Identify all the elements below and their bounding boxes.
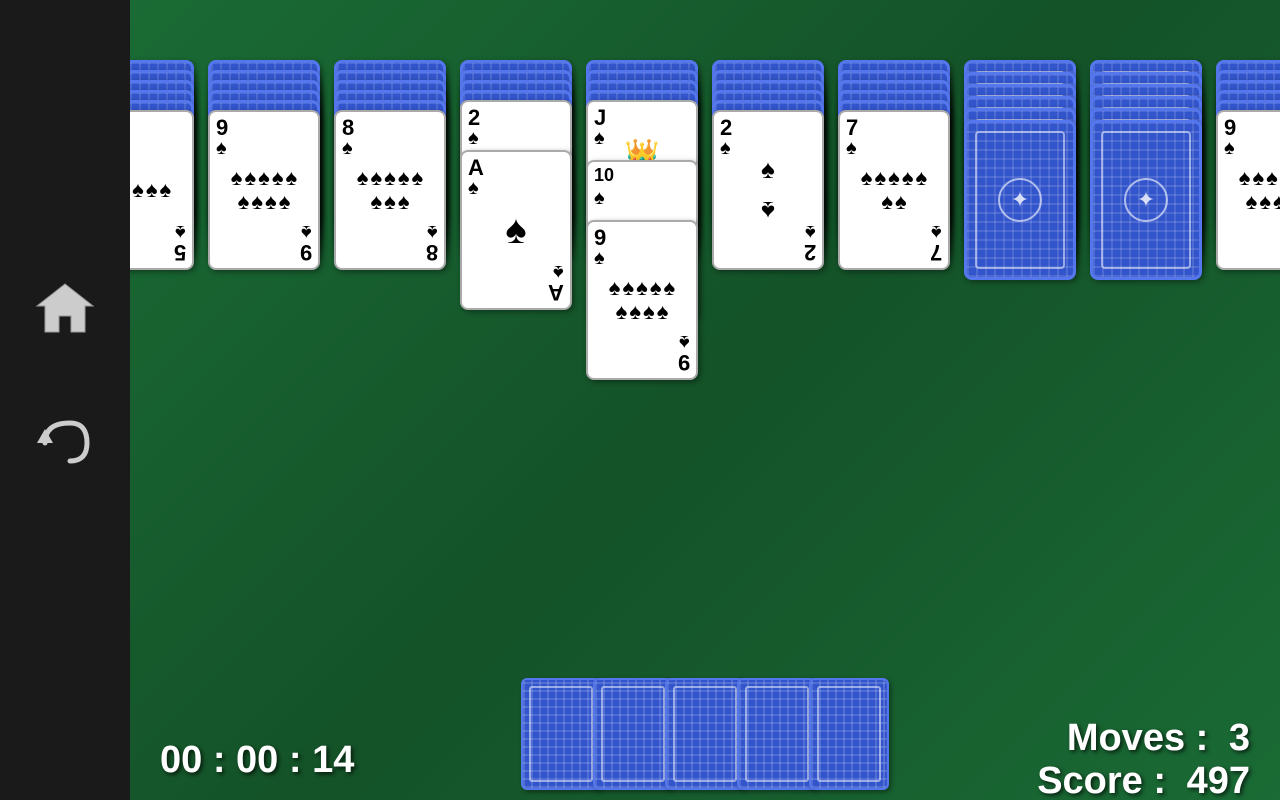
timer: 00 : 00 : 14 (160, 739, 354, 782)
card-5-spades[interactable]: 5 ♠ ♠ ♠ ♠ ♠ ♠ 5 ♠ (130, 110, 194, 270)
score-moves: Moves : 3 Score : 497 (1037, 717, 1250, 800)
card-back: ✦ (964, 120, 1076, 280)
moves-display: Moves : 3 (1037, 717, 1250, 760)
card-2-spades-2[interactable]: 2 ♠ ♠ ♠ 2 ♠ (712, 110, 824, 270)
column-8[interactable]: ✦ ✦ ✦ ✦ ✦ ✦ (961, 60, 1079, 170)
moves-label: Moves : (1067, 717, 1208, 759)
home-button[interactable] (35, 280, 95, 335)
card-9-spades-2[interactable]: 9 ♠ ♠♠♠ ♠♠♠ ♠♠♠ 9 ♠ (586, 220, 698, 380)
score-display: Score : 497 (1037, 760, 1250, 800)
score-label: Score : (1037, 760, 1166, 800)
column-5[interactable]: ✦ ✦ ✦ ✦ J ♠ 👑 J J ♠ 10 (583, 60, 701, 330)
column-9[interactable]: ✦ ✦ ✦ ✦ ✦ ✦ (1087, 60, 1205, 170)
column-2[interactable]: ✦ ✦ ✦ ✦ ✦ 9 ♠ ♠♠♠ ♠♠♠ ♠♠♠ 9 ♠ (205, 60, 323, 170)
deck-card-3[interactable] (665, 678, 745, 790)
score-value: 497 (1187, 760, 1250, 800)
deck-card-2[interactable] (593, 678, 673, 790)
card-8-spades[interactable]: 8 ♠ ♠♠ ♠♠ ♠♠ ♠♠ 8 ♠ (334, 110, 446, 270)
card-9-spades-3[interactable]: 9 ♠ ♠♠♠ ♠♠♠ ♠♠♠ 9 ♠ (1216, 110, 1280, 270)
status-bar: 00 : 00 : 14 Moves : 3 Score : 497 (130, 720, 1280, 800)
column-4[interactable]: ✦ ✦ ✦ ✦ 2 ♠ ♠ ♠ 2 ♠ A ♠ (457, 60, 575, 190)
sidebar (0, 0, 130, 800)
deck-card-4[interactable] (737, 678, 817, 790)
column-6[interactable]: ✦ ✦ ✦ ✦ ✦ 2 ♠ ♠ ♠ 2 ♠ (709, 60, 827, 170)
column-3[interactable]: ✦ ✦ ✦ ✦ ✦ 8 ♠ ♠♠ ♠♠ ♠♠ ♠♠ 8 ♠ (331, 60, 449, 170)
undo-button[interactable] (35, 415, 95, 470)
deck-area[interactable] (521, 678, 889, 790)
moves-value: 3 (1229, 717, 1250, 759)
column-7[interactable]: ✦ ✦ ✦ ✦ ✦ 7 ♠ ♠♠ ♠♠ ♠♠ ♠ 7 ♠ (835, 60, 953, 170)
card-9-spades[interactable]: 9 ♠ ♠♠♠ ♠♠♠ ♠♠♠ 9 ♠ (208, 110, 320, 270)
card-back: ✦ (1090, 120, 1202, 280)
columns-area: ✦ ✦ ✦ ✦ ✦ 5 ♠ ♠ ♠ ♠ ♠ ♠ 5 ♠ (140, 60, 1270, 330)
game-area: ✦ ✦ ✦ ✦ ✦ 5 ♠ ♠ ♠ ♠ ♠ ♠ 5 ♠ (130, 0, 1280, 800)
deck-card-1[interactable] (521, 678, 601, 790)
column-1[interactable]: ✦ ✦ ✦ ✦ ✦ 5 ♠ ♠ ♠ ♠ ♠ ♠ 5 ♠ (130, 60, 197, 170)
column-10[interactable]: ✦ ✦ ✦ ✦ ✦ 9 ♠ ♠♠♠ ♠♠♠ ♠♠♠ 9 ♠ (1213, 60, 1280, 170)
deck-card-5[interactable] (809, 678, 889, 790)
card-7-spades[interactable]: 7 ♠ ♠♠ ♠♠ ♠♠ ♠ 7 ♠ (838, 110, 950, 270)
card-ace-spades[interactable]: A ♠ ♠ A ♠ (460, 150, 572, 310)
